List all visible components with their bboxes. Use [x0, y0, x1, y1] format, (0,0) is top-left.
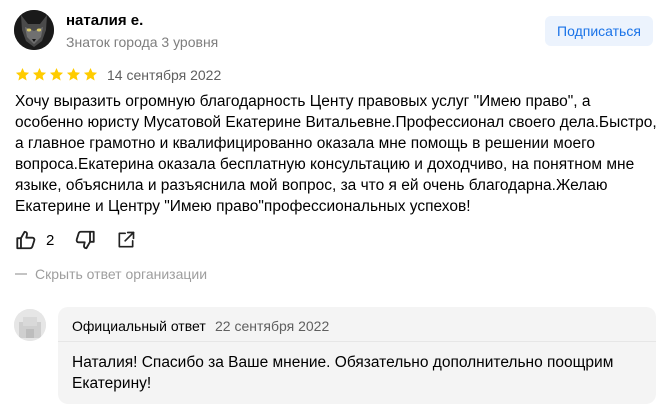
- author-level: Знаток города 3 уровня: [66, 34, 219, 50]
- wolf-avatar-icon[interactable]: [14, 10, 54, 50]
- hide-answer-label: Скрыть ответ организации: [35, 266, 208, 282]
- rating-stars: [15, 67, 98, 82]
- dislike-button[interactable]: [74, 229, 96, 251]
- dash-icon: [15, 273, 27, 275]
- star-icon: [49, 67, 64, 81]
- like-button[interactable]: 2: [15, 229, 54, 251]
- review-actions: 2: [15, 228, 136, 252]
- organization-avatar-icon: [14, 309, 46, 341]
- review-text: Хочу выразить огромную благодарность Цен…: [15, 93, 657, 215]
- star-icon: [32, 67, 47, 81]
- divider: [58, 341, 656, 342]
- star-icon: [83, 67, 98, 81]
- subscribe-button[interactable]: Подписаться: [545, 16, 653, 46]
- share-icon: [118, 231, 135, 248]
- star-icon: [66, 67, 81, 81]
- official-answer-date: 22 сентября 2022: [215, 318, 330, 334]
- thumbs-down-icon: [76, 230, 95, 250]
- thumbs-up-icon: [16, 230, 36, 250]
- author-name[interactable]: наталия е.: [66, 11, 143, 31]
- official-answer-card: Официальный ответ 22 сентября 2022 Натал…: [58, 307, 656, 404]
- official-answer-title: Официальный ответ: [72, 318, 206, 334]
- share-button[interactable]: [116, 230, 136, 250]
- like-count: 2: [46, 231, 55, 249]
- review-card: наталия е. Знаток города 3 уровня Подпис…: [0, 0, 672, 415]
- hide-answer-toggle[interactable]: Скрыть ответ организации: [15, 266, 207, 282]
- official-answer-text: Наталия! Спасибо за Ваше мнение. Обязате…: [72, 354, 614, 392]
- star-icon: [15, 67, 30, 81]
- review-date: 14 сентября 2022: [107, 67, 222, 83]
